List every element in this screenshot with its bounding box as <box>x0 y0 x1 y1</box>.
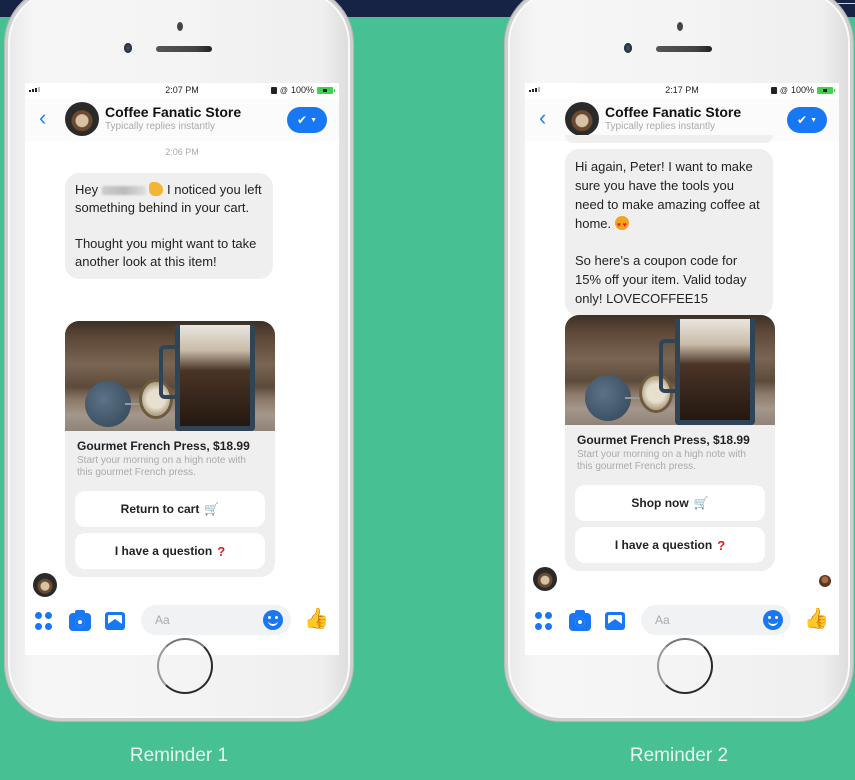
question-icon: ? <box>717 537 726 553</box>
button-label: I have a question <box>114 544 213 558</box>
lock-icon <box>770 86 777 94</box>
message-composer: Aa 👍 <box>525 601 839 641</box>
button-label: Shop now <box>631 496 689 510</box>
message-input[interactable]: Aa <box>641 605 791 635</box>
store-name[interactable]: Coffee Fanatic Store <box>105 104 241 120</box>
chevron-left-icon[interactable]: ‹ <box>39 107 46 129</box>
camera-icon[interactable] <box>69 610 91 631</box>
question-icon: ? <box>217 543 226 559</box>
front-camera <box>124 43 132 53</box>
redacted-name <box>101 186 146 196</box>
message-input[interactable]: Aa <box>141 605 291 635</box>
gallery-icon[interactable] <box>605 612 625 630</box>
home-button[interactable] <box>657 638 713 694</box>
front-sensor <box>677 22 683 31</box>
message-bubble: Hey I noticed you left something behind … <box>65 173 273 279</box>
check-dropdown-button[interactable]: ✔ ▼ <box>287 107 327 133</box>
cart-icon: 🛒 <box>693 496 709 510</box>
caption-reminder-2: Reminder 2 <box>629 745 729 766</box>
reply-status: Typically replies instantly <box>605 121 716 132</box>
message-composer: Aa 👍 <box>25 601 339 641</box>
messenger-screen: 2:17 PM @ 100% ‹ Coffee Fanatic Store Ty… <box>525 83 839 655</box>
status-bar: 2:17 PM @ 100% <box>525 83 839 99</box>
carafe <box>675 319 755 425</box>
french-press-image[interactable] <box>565 315 775 425</box>
store-avatar[interactable] <box>565 102 599 136</box>
message-bubble: Hi again, Peter! I want to make sure you… <box>565 149 773 316</box>
button-label: Return to cart <box>120 502 200 516</box>
earpiece <box>156 46 212 52</box>
chat-header: ‹ Coffee Fanatic Store Typically replies… <box>25 99 339 141</box>
button-label: I have a question <box>614 538 713 552</box>
shop-now-button[interactable]: Shop now 🛒 <box>575 485 765 521</box>
gallery-icon[interactable] <box>105 612 125 630</box>
status-bar: 2:07 PM @ 100% <box>25 83 339 99</box>
chat-area: Hi again, Peter! I want to make sure you… <box>525 135 839 601</box>
front-sensor <box>177 22 183 31</box>
caret-down-icon: ▼ <box>810 116 817 124</box>
product-description: Start your morning on a high note with t… <box>577 449 746 472</box>
caret-down-icon: ▼ <box>310 116 317 124</box>
product-card: Gourmet French Press, $18.99 Start your … <box>565 315 775 571</box>
check-dropdown-button[interactable]: ✔ ▼ <box>787 107 827 133</box>
message-paragraph-2: So here's a coupon code for 15% off your… <box>575 253 747 306</box>
greeting-text: Hey <box>75 182 99 197</box>
chat-area: 2:06 PM Hey I noticed you left something… <box>25 141 339 601</box>
store-avatar[interactable] <box>65 102 99 136</box>
reply-status: Typically replies instantly <box>105 121 216 132</box>
message-paragraph-1: Hey I noticed you left something behind … <box>75 181 263 217</box>
store-name[interactable]: Coffee Fanatic Store <box>605 104 741 120</box>
french-press-image[interactable] <box>65 321 275 431</box>
message-paragraph-1: Hi again, Peter! I want to make sure you… <box>575 157 763 235</box>
home-button[interactable] <box>157 638 213 694</box>
more-apps-icon[interactable] <box>535 612 553 630</box>
question-button[interactable]: I have a question? <box>75 533 265 569</box>
product-description: Start your morning on a high note with t… <box>77 455 246 478</box>
alarm-icon: @ <box>279 85 288 95</box>
message-text: Hi again, Peter! I want to make sure you… <box>575 159 760 231</box>
messenger-screen: 2:07 PM @ 100% ‹ Coffee Fanatic Store Ty… <box>25 83 339 655</box>
previous-bubble-edge <box>565 135 773 143</box>
phone-reminder-2: 2:17 PM @ 100% ‹ Coffee Fanatic Store Ty… <box>505 0 853 721</box>
input-placeholder: Aa <box>655 613 670 627</box>
earpiece <box>656 46 712 52</box>
lock-icon <box>270 86 277 94</box>
chevron-left-icon[interactable]: ‹ <box>539 107 546 129</box>
battery-percent: 100% <box>790 85 814 95</box>
check-icon: ✔ <box>297 113 308 127</box>
product-title: Gourmet French Press, $18.99 <box>577 433 750 447</box>
thumbs-up-icon[interactable]: 👍 <box>304 609 329 629</box>
camera-icon[interactable] <box>569 610 591 631</box>
phone-reminder-1: 2:07 PM @ 100% ‹ Coffee Fanatic Store Ty… <box>5 0 353 721</box>
return-to-cart-button[interactable]: Return to cart 🛒 <box>75 491 265 527</box>
input-placeholder: Aa <box>155 613 170 627</box>
read-receipt-avatar <box>819 575 831 587</box>
emoji-icon[interactable] <box>763 610 783 630</box>
sender-avatar <box>33 573 57 597</box>
product-card: Gourmet French Press, $18.99 Start your … <box>65 321 275 577</box>
alarm-icon: @ <box>779 85 788 95</box>
carafe <box>175 325 255 431</box>
product-title: Gourmet French Press, $18.99 <box>77 439 250 453</box>
waving-hand-emoji <box>149 182 164 196</box>
battery-icon <box>317 86 335 94</box>
front-camera <box>624 43 632 53</box>
battery-icon <box>817 86 835 94</box>
battery-percent: 100% <box>290 85 314 95</box>
cart-icon: 🛒 <box>204 502 220 516</box>
sender-avatar <box>533 567 557 591</box>
more-apps-icon[interactable] <box>35 612 53 630</box>
caption-reminder-1: Reminder 1 <box>129 745 229 766</box>
thumbs-up-icon[interactable]: 👍 <box>804 609 829 629</box>
question-button[interactable]: I have a question? <box>575 527 765 563</box>
heart-eyes-emoji <box>614 216 629 235</box>
message-timestamp: 2:06 PM <box>165 147 199 157</box>
message-paragraph-2: Thought you might want to take another l… <box>75 236 257 269</box>
check-icon: ✔ <box>797 113 808 127</box>
emoji-icon[interactable] <box>263 610 283 630</box>
